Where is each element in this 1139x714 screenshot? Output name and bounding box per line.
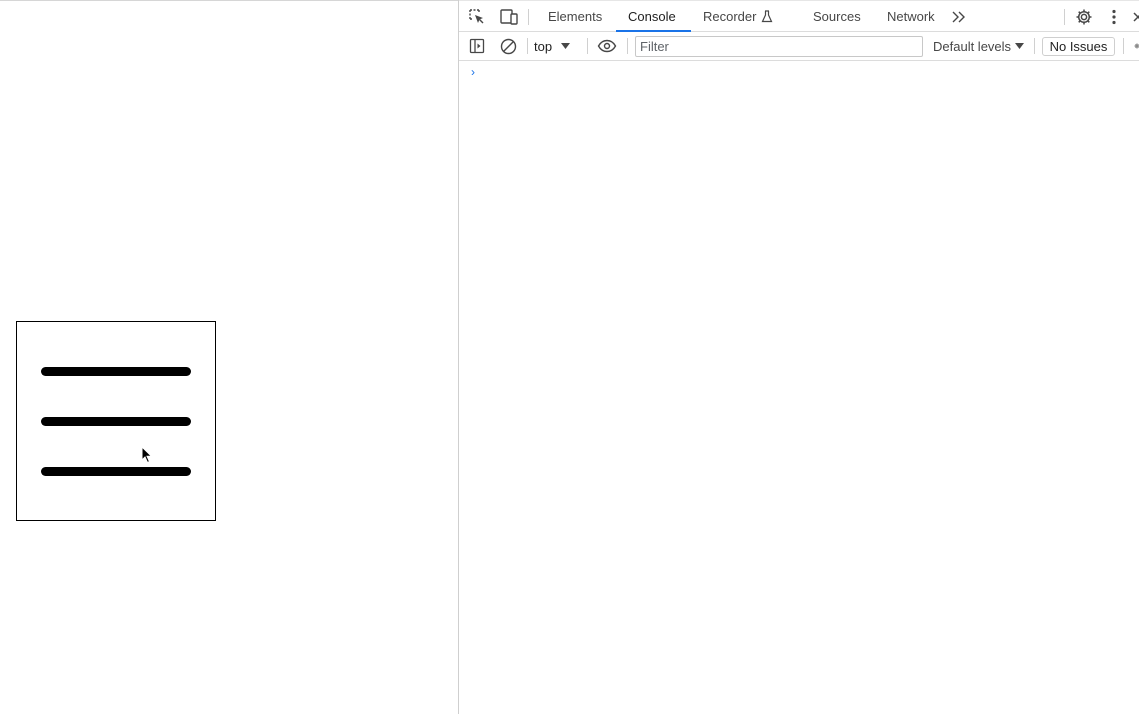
- mouse-cursor-icon: [141, 446, 153, 464]
- filter-input[interactable]: [635, 36, 923, 57]
- devtools-tab-bar: Elements Console Recorder Sources Networ…: [459, 0, 1139, 32]
- tab-console[interactable]: Console: [628, 1, 676, 32]
- dropdown-arrow-icon: [561, 43, 571, 49]
- devtools-panel: Elements Console Recorder Sources Networ…: [458, 0, 1139, 714]
- log-levels-dropdown[interactable]: Default levels: [933, 32, 1025, 60]
- device-toolbar-icon[interactable]: [498, 7, 520, 27]
- close-devtools-icon[interactable]: [1131, 9, 1139, 25]
- issues-label: No Issues: [1049, 39, 1108, 54]
- levels-dropdown-arrow-icon: [1015, 43, 1025, 49]
- toolbar-separator-5: [1123, 38, 1124, 54]
- inspect-element-icon[interactable]: [467, 7, 487, 27]
- tab-recorder[interactable]: Recorder: [703, 1, 773, 32]
- console-settings-gear-icon[interactable]: [1129, 38, 1139, 54]
- show-sidebar-icon[interactable]: [467, 36, 487, 56]
- toolbar-separator-1: [527, 38, 528, 54]
- tabbar-separator: [528, 9, 529, 25]
- tab-network-label: Network: [887, 9, 935, 24]
- live-expression-eye-icon[interactable]: [596, 36, 618, 56]
- tab-console-label: Console: [628, 9, 676, 24]
- hamburger-bar-bottom: [41, 467, 191, 476]
- toolbar-separator-3: [627, 38, 628, 54]
- clear-console-icon[interactable]: [498, 36, 518, 56]
- toolbar-separator-2: [587, 38, 588, 54]
- more-options-kebab-icon[interactable]: [1107, 7, 1121, 27]
- tab-sources[interactable]: Sources: [813, 1, 861, 32]
- tab-sources-label: Sources: [813, 9, 861, 24]
- console-toolbar: top Default levels No Issues: [459, 32, 1139, 61]
- flask-icon: [762, 10, 773, 23]
- toolbar-separator-4: [1034, 38, 1035, 54]
- context-selector-value: top: [534, 38, 553, 54]
- hamburger-menu-button[interactable]: [16, 321, 216, 521]
- settings-gear-icon[interactable]: [1074, 7, 1094, 27]
- tab-recorder-label: Recorder: [703, 9, 757, 24]
- more-tabs-chevron-icon[interactable]: [950, 9, 968, 25]
- tab-elements[interactable]: Elements: [548, 1, 602, 32]
- console-prompt: ›: [471, 65, 475, 79]
- hamburger-bar-middle: [41, 417, 191, 426]
- issues-button[interactable]: No Issues: [1042, 37, 1115, 56]
- tab-elements-label: Elements: [548, 9, 603, 24]
- console-output[interactable]: ›: [459, 61, 1139, 714]
- tab-network[interactable]: Network: [887, 1, 935, 32]
- tabbar-separator-right: [1064, 9, 1065, 25]
- hamburger-bar-top: [41, 367, 191, 376]
- context-selector[interactable]: top: [534, 32, 571, 60]
- log-levels-label: Default levels: [933, 38, 1012, 54]
